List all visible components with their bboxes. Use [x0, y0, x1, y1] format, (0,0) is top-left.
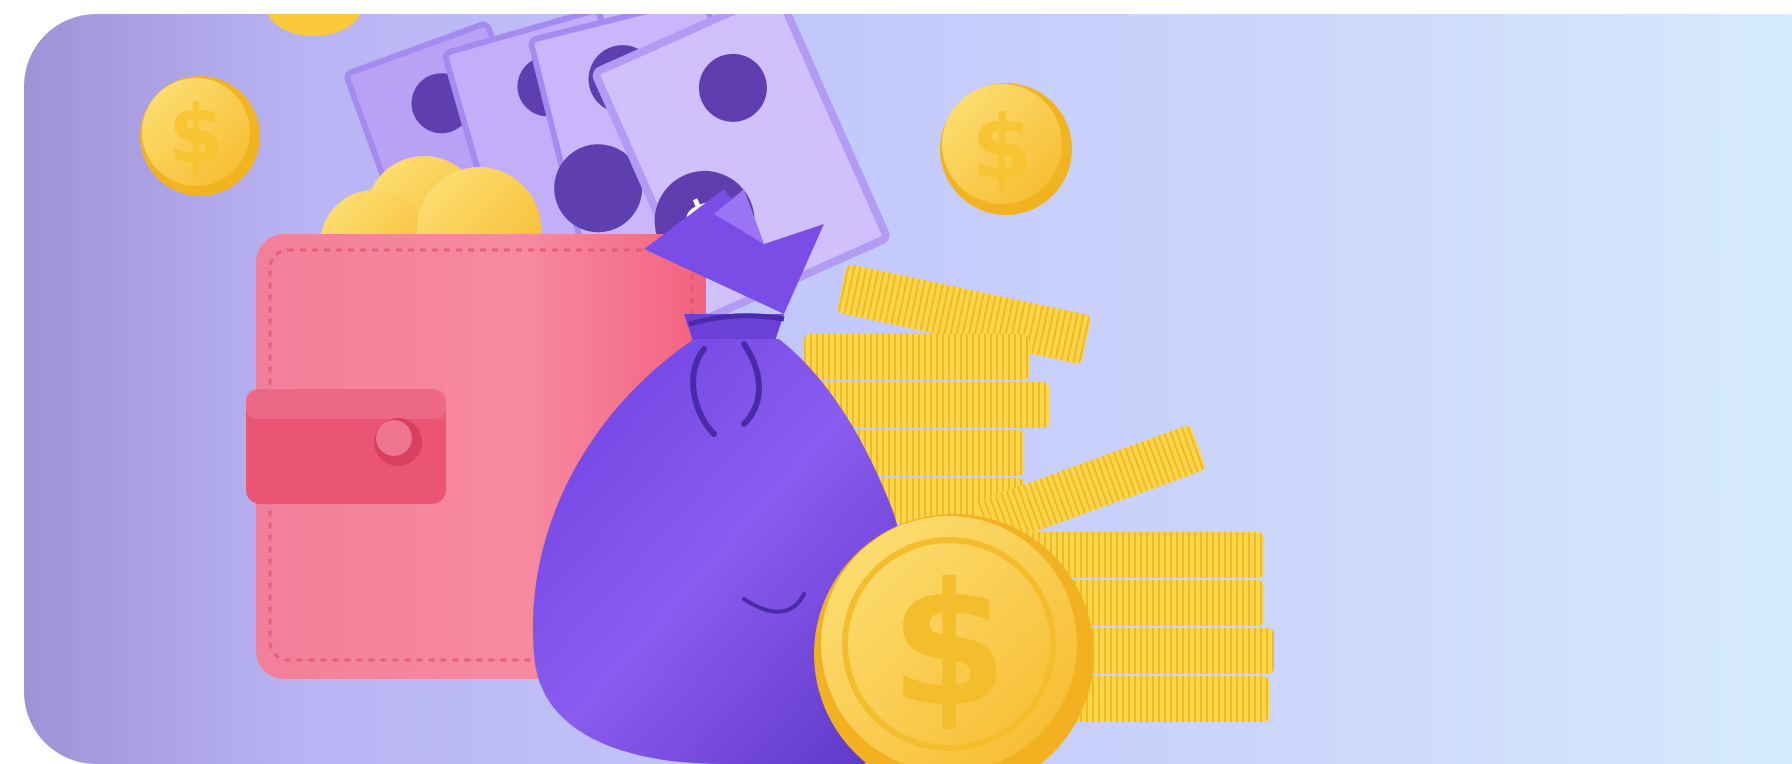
- coin-icon: [267, 14, 361, 36]
- coin-icon: $: [940, 83, 1072, 215]
- hero-banner: $ $ $: [24, 14, 1792, 764]
- finance-illustration: $ $ $: [140, 14, 1274, 764]
- svg-text:$: $: [168, 88, 224, 181]
- svg-text:$: $: [971, 96, 1032, 199]
- svg-text:$: $: [890, 547, 1008, 745]
- coin-icon: $: [140, 76, 260, 196]
